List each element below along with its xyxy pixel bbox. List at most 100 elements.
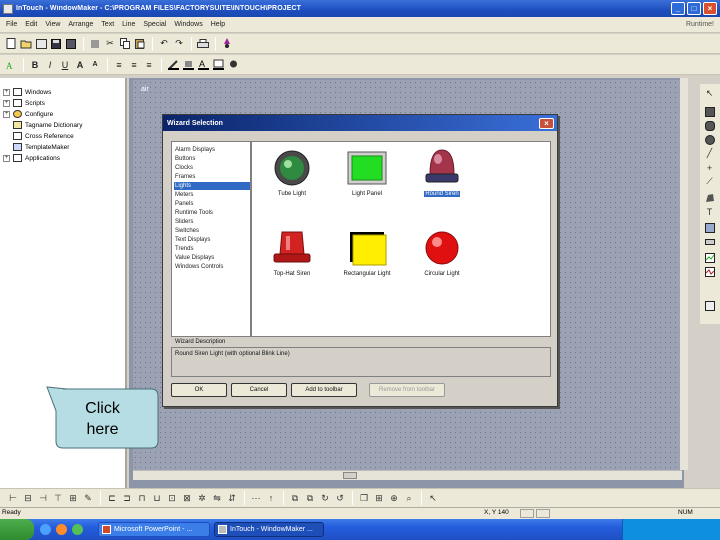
tree-item-applications[interactable]: + Applications [3,153,60,163]
polygon-tool-icon[interactable] [704,192,715,203]
rotate-cw-icon[interactable]: ↻ [318,491,332,505]
expand-icon[interactable]: + [3,110,10,118]
properties-icon[interactable] [88,37,102,51]
polyline-tool-icon[interactable]: ⟋ [704,176,715,187]
copy-icon[interactable] [118,37,132,51]
wizard-tube-light[interactable]: Tube Light [257,148,327,197]
category-item[interactable]: Text Displays [174,236,250,244]
new-window-icon[interactable] [4,37,18,51]
wizard-round-siren[interactable]: Round Siren [407,144,477,197]
expand-icon[interactable]: + [3,99,10,107]
save-all-icon[interactable] [64,37,78,51]
category-item[interactable]: Runtime Tools [174,209,250,217]
edit-icon[interactable]: ✎ [81,491,95,505]
expand-icon[interactable]: + [3,154,10,162]
category-item[interactable]: Trends [174,245,250,253]
cut-icon[interactable]: ✂ [103,37,117,51]
print-icon[interactable] [196,37,210,51]
save-icon[interactable] [49,37,63,51]
ungroup-icon[interactable]: ⊐ [120,491,134,505]
tree-item-windows[interactable]: + Windows [3,87,51,97]
category-item[interactable]: Frames [174,173,250,181]
snap-icon[interactable]: ⊕ [387,491,401,505]
open-window-icon[interactable] [19,37,33,51]
align-top-icon[interactable]: ⊤ [51,491,65,505]
align-right-edge-icon[interactable]: ⊣ [36,491,50,505]
dotted-line-icon[interactable]: ⋯ [249,491,263,505]
category-item[interactable]: Windows Controls [174,263,250,271]
horizontal-scrollbar[interactable] [133,470,682,480]
alarm-tool-icon[interactable] [704,300,715,311]
font-smaller-icon[interactable]: A [88,58,102,72]
button-tool-icon[interactable] [704,236,715,247]
text-tool-icon[interactable]: T [704,206,715,217]
select-icon[interactable]: ↖ [426,491,440,505]
vertical-scrollbar[interactable] [680,78,688,470]
to-front-icon[interactable]: ⧉ [288,491,302,505]
category-item[interactable]: Buttons [174,155,250,163]
font-icon[interactable]: A [4,58,18,72]
tree-item-tagname-dictionary[interactable]: Tagname Dictionary [3,120,82,130]
align-center-icon[interactable]: ≡ [127,58,141,72]
underline-icon[interactable]: U [58,58,72,72]
font-larger-icon[interactable]: A [73,58,87,72]
ellipse-tool-icon[interactable] [704,134,715,145]
tree-item-templatemaker[interactable]: TemplateMaker [3,142,69,152]
rotate-ccw-icon[interactable]: ↺ [333,491,347,505]
rounded-rectangle-tool-icon[interactable] [704,120,715,131]
task-intouch[interactable]: InTouch - WindowMaker ... [214,522,324,537]
flip-vertical-icon[interactable]: ⇵ [225,491,239,505]
category-item[interactable]: Sliders [174,218,250,226]
line-color-icon[interactable] [166,58,180,72]
category-item[interactable]: Switches [174,227,250,235]
flip-horizontal-icon[interactable]: ⇋ [210,491,224,505]
align-right-icon[interactable]: ≡ [142,58,156,72]
duplicate-icon[interactable]: ❐ [357,491,371,505]
wizard-light-panel[interactable]: Light Panel [332,148,402,197]
menu-file[interactable]: File [2,21,21,28]
zoom-icon[interactable]: ⌕ [402,491,416,505]
group-icon[interactable]: ⊏ [105,491,119,505]
category-item[interactable]: Value Displays [174,254,250,262]
wizard-rectangular-light[interactable]: Rectangular Light [332,228,402,277]
line-tool-icon[interactable]: ╱ [704,148,715,159]
paste-icon[interactable] [133,37,147,51]
category-item[interactable]: Panels [174,200,250,208]
space-horizontal-icon[interactable]: ⊓ [135,491,149,505]
messenger-quicklaunch-icon[interactable] [72,524,83,535]
fill-color-icon[interactable] [181,58,195,72]
remove-from-toolbar-button[interactable]: Remove from toolbar [369,383,445,397]
space-vertical-icon[interactable]: ⊔ [150,491,164,505]
to-back-icon[interactable]: ⧉ [303,491,317,505]
align-middle-icon[interactable]: ⊞ [66,491,80,505]
pointer-tool-icon[interactable]: ↖ [704,88,715,99]
maximize-button[interactable]: □ [687,2,701,15]
blink-icon[interactable] [226,58,240,72]
make-cell-icon[interactable]: ⊡ [165,491,179,505]
realtime-trend-tool-icon[interactable] [704,252,715,263]
browser-quicklaunch-icon[interactable] [40,524,51,535]
start-button[interactable] [0,519,34,540]
menu-text[interactable]: Text [97,21,118,28]
media-quicklaunch-icon[interactable] [56,524,67,535]
hv-line-tool-icon[interactable]: + [704,162,715,173]
scrollbar-thumb[interactable] [343,472,357,479]
redo-icon[interactable]: ↷ [172,37,186,51]
align-center-icon[interactable]: ⊟ [21,491,35,505]
tree-item-cross-reference[interactable]: Cross Reference [3,131,74,141]
menu-line[interactable]: Line [118,21,139,28]
dialog-close-button[interactable]: × [539,117,554,129]
align-left-icon[interactable]: ≡ [112,58,126,72]
close-button[interactable]: × [703,2,717,15]
task-powerpoint[interactable]: Microsoft PowerPoint - ... [98,522,210,537]
grid-icon[interactable]: ⊞ [372,491,386,505]
text-color-icon[interactable]: A [196,58,210,72]
menu-special[interactable]: Special [139,21,170,28]
ok-button[interactable]: OK [171,383,227,397]
bitmap-tool-icon[interactable] [704,222,715,233]
tree-item-configure[interactable]: + Configure [3,109,53,119]
wizard-circular-light[interactable]: Circular Light [407,228,477,277]
expand-icon[interactable]: + [3,88,10,96]
minimize-button[interactable]: _ [671,2,685,15]
bold-icon[interactable]: B [28,58,42,72]
